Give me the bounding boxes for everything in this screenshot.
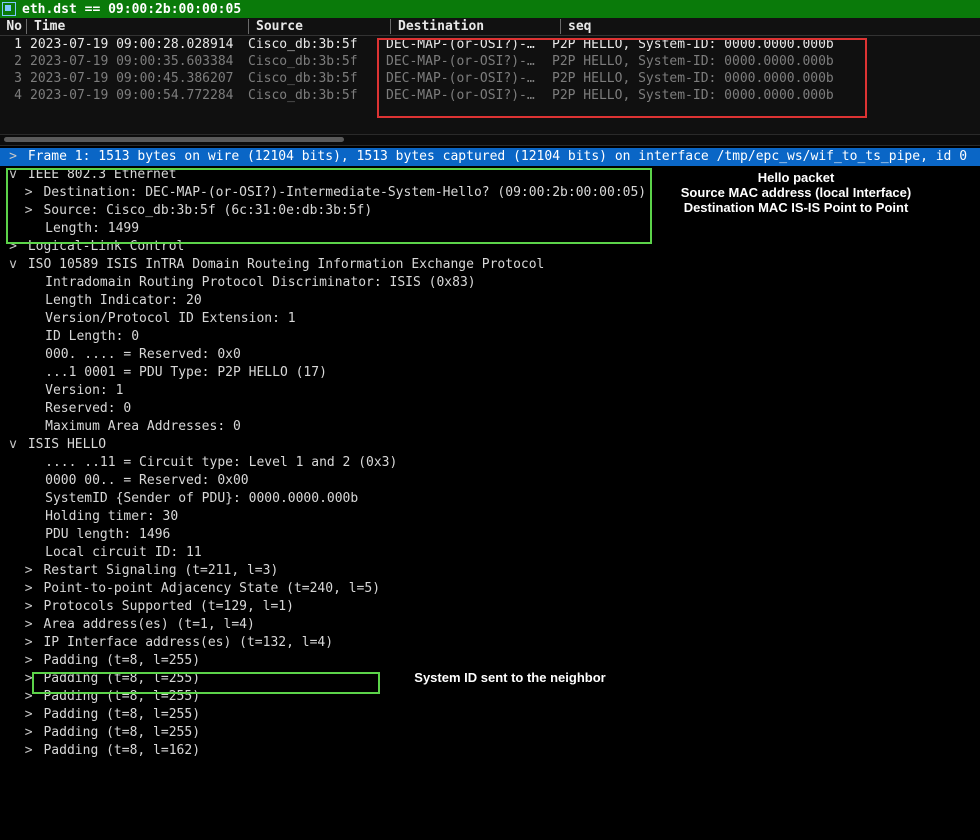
hello-field[interactable]: .... ..11 = Circuit type: Level 1 and 2 … xyxy=(0,454,980,472)
display-filter-bar[interactable]: eth.dst == 09:00:2b:00:00:05 xyxy=(0,0,980,18)
chevron-right-icon[interactable]: > xyxy=(22,706,36,724)
chevron-right-icon[interactable]: > xyxy=(22,202,36,220)
tree-iso-isis[interactable]: v ISO 10589 ISIS InTRA Domain Routeing I… xyxy=(0,256,980,274)
hello-padding[interactable]: > Padding (t=8, l=255) xyxy=(0,688,980,706)
chevron-right-icon[interactable]: > xyxy=(22,688,36,706)
hello-sub[interactable]: > Protocols Supported (t=129, l=1) xyxy=(0,598,980,616)
chevron-right-icon[interactable]: > xyxy=(22,580,36,598)
chevron-down-icon[interactable]: v xyxy=(6,436,20,454)
chevron-right-icon[interactable]: > xyxy=(22,184,36,202)
iso-field[interactable]: Reserved: 0 xyxy=(0,400,980,418)
annotation-system-id: System ID sent to the neighbor xyxy=(400,670,620,685)
col-header-src[interactable]: Source xyxy=(248,18,390,35)
chevron-right-icon[interactable]: > xyxy=(22,634,36,652)
col-header-time[interactable]: Time xyxy=(26,18,248,35)
packet-row[interactable]: 32023-07-19 09:00:45.386207Cisco_db:3b:5… xyxy=(0,70,980,87)
cell-no: 1 xyxy=(0,37,26,52)
cell-no: 2 xyxy=(0,54,26,69)
iso-field[interactable]: Length Indicator: 20 xyxy=(0,292,980,310)
scrollbar-thumb[interactable] xyxy=(4,137,344,142)
iso-field[interactable]: Intradomain Routing Protocol Discriminat… xyxy=(0,274,980,292)
hello-field[interactable]: Local circuit ID: 11 xyxy=(0,544,980,562)
chevron-right-icon[interactable]: > xyxy=(22,652,36,670)
cell-src: Cisco_db:3b:5f xyxy=(244,37,382,52)
col-header-dst[interactable]: Destination xyxy=(390,18,560,35)
hello-padding[interactable]: > Padding (t=8, l=255) xyxy=(0,706,980,724)
packet-row[interactable]: 22023-07-19 09:00:35.603384Cisco_db:3b:5… xyxy=(0,53,980,70)
cell-no: 4 xyxy=(0,88,26,103)
cell-src: Cisco_db:3b:5f xyxy=(244,88,382,103)
cell-dst: DEC-MAP-(or-OSI?)-… xyxy=(382,71,548,86)
tree-logical-link-control[interactable]: > Logical-Link Control xyxy=(0,238,980,256)
chevron-right-icon[interactable]: > xyxy=(22,562,36,580)
packet-details-pane: > Frame 1: 1513 bytes on wire (12104 bit… xyxy=(0,146,980,760)
chevron-right-icon[interactable]: > xyxy=(22,670,36,688)
cell-dst: DEC-MAP-(or-OSI?)-… xyxy=(382,54,548,69)
packet-row[interactable]: 42023-07-19 09:00:54.772284Cisco_db:3b:5… xyxy=(0,87,980,104)
hello-padding[interactable]: > Padding (t=8, l=255) xyxy=(0,652,980,670)
chevron-right-icon[interactable]: > xyxy=(22,724,36,742)
iso-field[interactable]: Maximum Area Addresses: 0 xyxy=(0,418,980,436)
iso-field[interactable]: Version/Protocol ID Extension: 1 xyxy=(0,310,980,328)
cell-dst: DEC-MAP-(or-OSI?)-… xyxy=(382,37,548,52)
iso-field[interactable]: Version: 1 xyxy=(0,382,980,400)
tree-isis-hello[interactable]: v ISIS HELLO xyxy=(0,436,980,454)
col-header-no[interactable]: No xyxy=(0,18,26,35)
chevron-right-icon[interactable]: > xyxy=(22,598,36,616)
chevron-down-icon[interactable]: v xyxy=(6,166,20,184)
chevron-right-icon[interactable]: > xyxy=(22,742,36,760)
iso-field[interactable]: ...1 0001 = PDU Type: P2P HELLO (17) xyxy=(0,364,980,382)
cell-src: Cisco_db:3b:5f xyxy=(244,71,382,86)
cell-info: P2P HELLO, System-ID: 0000.0000.000b xyxy=(548,71,980,86)
display-filter-text[interactable]: eth.dst == 09:00:2b:00:00:05 xyxy=(22,2,241,17)
hello-sub[interactable]: > Point-to-point Adjacency State (t=240,… xyxy=(0,580,980,598)
chevron-right-icon[interactable]: > xyxy=(6,238,20,256)
col-header-seq[interactable]: seq xyxy=(560,18,980,35)
hello-padding[interactable]: > Padding (t=8, l=255) xyxy=(0,724,980,742)
frame-summary-line[interactable]: > Frame 1: 1513 bytes on wire (12104 bit… xyxy=(0,148,980,166)
horizontal-scrollbar[interactable] xyxy=(0,134,980,146)
cell-info: P2P HELLO, System-ID: 0000.0000.000b xyxy=(548,54,980,69)
cell-info: P2P HELLO, System-ID: 0000.0000.000b xyxy=(548,37,980,52)
hello-field[interactable]: PDU length: 1496 xyxy=(0,526,980,544)
hello-sub[interactable]: > Restart Signaling (t=211, l=3) xyxy=(0,562,980,580)
cell-no: 3 xyxy=(0,71,26,86)
iso-field[interactable]: ID Length: 0 xyxy=(0,328,980,346)
iso-field[interactable]: 000. .... = Reserved: 0x0 xyxy=(0,346,980,364)
packet-row[interactable]: 12023-07-19 09:00:28.028914Cisco_db:3b:5… xyxy=(0,36,980,53)
chevron-right-icon[interactable]: > xyxy=(6,148,20,166)
hello-field[interactable]: Holding timer: 30 xyxy=(0,508,980,526)
hello-sub[interactable]: > Area address(es) (t=1, l=4) xyxy=(0,616,980,634)
hello-field[interactable]: 0000 00.. = Reserved: 0x00 xyxy=(0,472,980,490)
cell-time: 2023-07-19 09:00:54.772284 xyxy=(26,88,244,103)
hello-sub[interactable]: > IP Interface address(es) (t=132, l=4) xyxy=(0,634,980,652)
chevron-down-icon[interactable]: v xyxy=(6,256,20,274)
packet-list-header: No Time Source Destination seq xyxy=(0,18,980,36)
chevron-right-icon[interactable]: > xyxy=(22,616,36,634)
cell-src: Cisco_db:3b:5f xyxy=(244,54,382,69)
cell-dst: DEC-MAP-(or-OSI?)-… xyxy=(382,88,548,103)
annotation-right: Hello packet Source MAC address (local I… xyxy=(661,170,931,215)
eth-length[interactable]: Length: 1499 xyxy=(0,220,980,238)
hello-padding[interactable]: > Padding (t=8, l=162) xyxy=(0,742,980,760)
packet-list-pane: No Time Source Destination seq 12023-07-… xyxy=(0,18,980,134)
cell-info: P2P HELLO, System-ID: 0000.0000.000b xyxy=(548,88,980,103)
hello-system-id[interactable]: SystemID {Sender of PDU}: 0000.0000.000b xyxy=(0,490,980,508)
cell-time: 2023-07-19 09:00:35.603384 xyxy=(26,54,244,69)
cell-time: 2023-07-19 09:00:45.386207 xyxy=(26,71,244,86)
bookmark-icon[interactable] xyxy=(2,2,16,16)
cell-time: 2023-07-19 09:00:28.028914 xyxy=(26,37,244,52)
